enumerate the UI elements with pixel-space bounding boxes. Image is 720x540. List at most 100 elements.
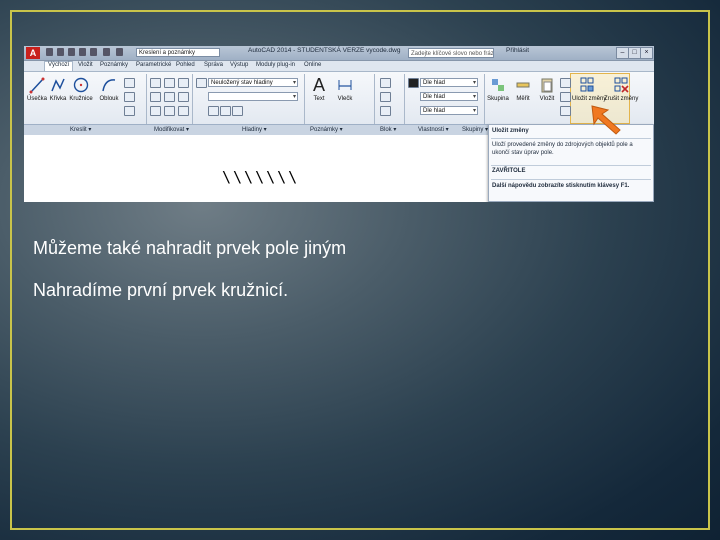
panel-modify[interactable]: Modifikovat ▾ bbox=[154, 126, 189, 133]
panel-block[interactable]: Blok ▾ bbox=[380, 126, 396, 133]
trim-icon[interactable] bbox=[178, 78, 189, 88]
polyline-tool-button[interactable]: Křivka bbox=[47, 76, 69, 102]
tooltip-divider bbox=[491, 165, 651, 166]
fillet-icon[interactable] bbox=[178, 92, 189, 102]
panel-properties[interactable]: Vlastnosti ▾ bbox=[418, 126, 449, 133]
line-tool-label: Úsečka bbox=[26, 96, 47, 102]
circle-tool-label: Kružnice bbox=[69, 96, 93, 102]
dimension-tool-button[interactable]: Vlečk bbox=[334, 76, 356, 102]
polyline-icon bbox=[51, 78, 65, 92]
autocad-logo-icon[interactable]: A bbox=[26, 47, 40, 59]
panel-annotation[interactable]: Poznámky ▾ bbox=[310, 126, 343, 133]
autocad-screenshot: A Kreslení a poznámky AutoCAD 2014 - STU… bbox=[24, 46, 654, 202]
redo-icon[interactable] bbox=[116, 48, 123, 56]
text-tool-button[interactable]: A Text bbox=[308, 76, 330, 102]
tab-vychozi[interactable]: Výchozí bbox=[44, 61, 74, 71]
line-icon bbox=[29, 77, 45, 94]
polyline-tool-label: Křivka bbox=[49, 96, 67, 102]
layer-select[interactable] bbox=[208, 92, 298, 101]
array-icon[interactable] bbox=[178, 106, 189, 116]
color-select[interactable]: Dle hlad bbox=[420, 78, 478, 87]
reset-array-icon[interactable] bbox=[560, 106, 571, 116]
tooltip-command: ZAVŘITOLE bbox=[492, 168, 526, 174]
discard-changes-label: Zrušit změny bbox=[604, 96, 639, 102]
hatch-icon[interactable] bbox=[124, 92, 135, 102]
undo-icon[interactable] bbox=[103, 48, 110, 56]
dimension-icon bbox=[338, 80, 352, 90]
color-swatch[interactable] bbox=[408, 78, 419, 88]
orange-arrow-icon bbox=[591, 105, 621, 135]
discard-changes-icon bbox=[614, 77, 629, 93]
circle-tool-button[interactable]: Kružnice bbox=[69, 76, 93, 102]
tooltip-help-hint: Další nápovědu zobrazíte stisknutím kláv… bbox=[492, 183, 630, 189]
panel-draw[interactable]: Kreslit ▾ bbox=[70, 126, 91, 133]
open-file-icon[interactable] bbox=[57, 48, 64, 56]
slide-text-line-2: Nahradíme první prvek kružnicí. bbox=[33, 280, 289, 300]
layer-freeze-icon[interactable] bbox=[208, 106, 219, 116]
paste-tool-button[interactable]: Vložit bbox=[536, 76, 558, 102]
circle-icon bbox=[73, 77, 89, 93]
gradient-icon[interactable] bbox=[124, 106, 135, 116]
layer-lock-icon[interactable] bbox=[220, 106, 231, 116]
measure-tool-button[interactable]: Měřit bbox=[512, 76, 534, 102]
layer-state-select[interactable]: Neuložený stav hladiny bbox=[208, 78, 298, 87]
text-icon: A bbox=[312, 75, 325, 95]
workspace-select[interactable]: Kreslení a poznámky bbox=[136, 48, 220, 57]
line-tool-button[interactable]: Úsečka bbox=[26, 76, 48, 102]
paste-tool-label: Vložit bbox=[539, 96, 555, 102]
layer-off-icon[interactable] bbox=[232, 106, 243, 116]
tab-poznamky[interactable]: Poznámky bbox=[100, 62, 128, 68]
measure-icon bbox=[516, 82, 530, 88]
save-changes-icon bbox=[580, 77, 594, 92]
move-icon[interactable] bbox=[150, 78, 161, 88]
save-as-icon[interactable] bbox=[79, 48, 86, 56]
stretch-icon[interactable] bbox=[150, 106, 161, 116]
edit-source-icon[interactable] bbox=[560, 78, 571, 88]
edit-block-icon[interactable] bbox=[380, 106, 391, 116]
arc-tool-button[interactable]: Oblouk bbox=[98, 76, 120, 102]
ribbon-tabs: Výchozí Vložit Poznámky Parametrické Poh… bbox=[24, 61, 654, 72]
rectangle-icon[interactable] bbox=[124, 78, 135, 88]
copy-icon[interactable] bbox=[150, 92, 161, 102]
scale-icon[interactable] bbox=[164, 106, 175, 116]
clipboard-icon bbox=[541, 78, 553, 93]
tooltip-divider bbox=[491, 138, 651, 139]
rotate-icon[interactable] bbox=[164, 78, 175, 88]
panel-groups[interactable]: Skupiny ▾ bbox=[462, 126, 488, 133]
help-search-input[interactable]: Zadejte klíčové slovo nebo frázi bbox=[408, 48, 494, 58]
discard-changes-button[interactable]: Zrušit změny bbox=[604, 76, 638, 102]
close-icon[interactable]: × bbox=[640, 47, 653, 59]
dimension-tool-label: Vlečk bbox=[337, 96, 353, 102]
arc-icon bbox=[102, 79, 116, 92]
slide: A Kreslení a poznámky AutoCAD 2014 - STU… bbox=[0, 0, 720, 540]
layer-properties-icon[interactable] bbox=[196, 78, 207, 88]
tab-online[interactable]: Online bbox=[304, 62, 321, 68]
tab-vlozit[interactable]: Vložit bbox=[78, 62, 93, 68]
login-button[interactable]: Přihlásit bbox=[506, 47, 529, 54]
lineweight-select[interactable]: Dle hlad bbox=[420, 106, 478, 115]
replace-item-icon[interactable] bbox=[560, 92, 571, 102]
save-icon[interactable] bbox=[68, 48, 75, 56]
linetype-select[interactable]: Dle hlad bbox=[420, 92, 478, 101]
save-changes-label: Uložit změny bbox=[572, 96, 607, 102]
tab-moduly[interactable]: Moduly plug-in bbox=[256, 62, 295, 68]
mirror-icon[interactable] bbox=[164, 92, 175, 102]
insert-block-icon[interactable] bbox=[380, 78, 391, 88]
tooltip-title: Uložit změny bbox=[492, 128, 529, 134]
text-tool-label: Text bbox=[313, 96, 325, 102]
array-hatch-lines: \\\\\\\ bbox=[222, 168, 300, 186]
panel-layers[interactable]: Hladiny ▾ bbox=[242, 126, 267, 133]
tooltip-divider bbox=[491, 179, 651, 180]
new-file-icon[interactable] bbox=[46, 48, 53, 56]
group-tool-button[interactable]: Skupina bbox=[486, 76, 510, 102]
save-changes-button[interactable]: Uložit změny bbox=[572, 76, 606, 102]
tab-sprava[interactable]: Správa bbox=[204, 62, 223, 68]
group-tool-label: Skupina bbox=[487, 96, 509, 102]
tab-vystup[interactable]: Výstup bbox=[230, 62, 248, 68]
tab-parametricke[interactable]: Parametrické bbox=[136, 62, 171, 68]
tab-pohled[interactable]: Pohled bbox=[176, 62, 195, 68]
create-block-icon[interactable] bbox=[380, 92, 391, 102]
arc-tool-label: Oblouk bbox=[99, 96, 119, 102]
print-icon[interactable] bbox=[90, 48, 97, 56]
tooltip-body: Uloží provedené změny do zdrojových obje… bbox=[492, 142, 633, 156]
